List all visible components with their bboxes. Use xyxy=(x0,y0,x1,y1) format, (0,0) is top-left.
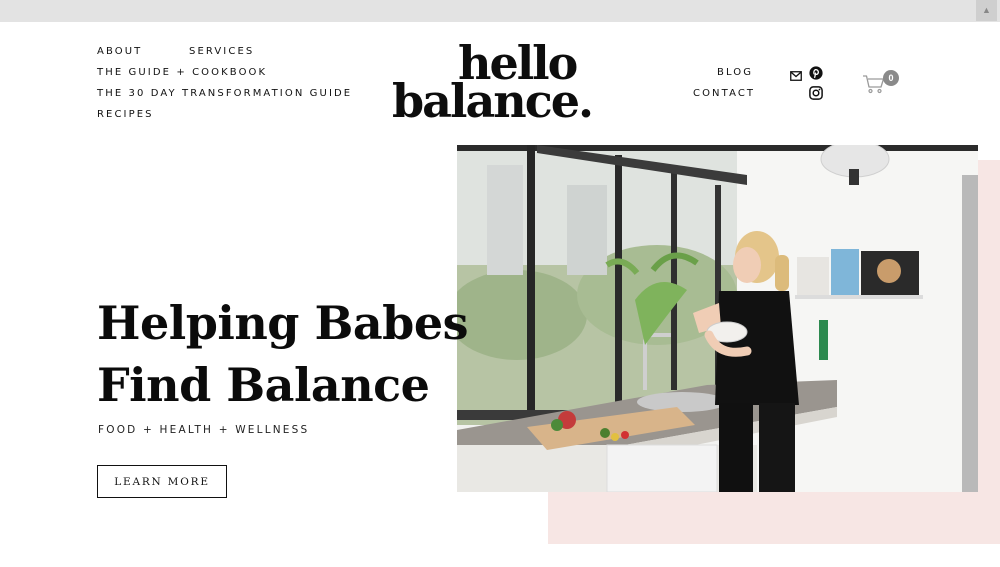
nav-services[interactable]: SERVICES xyxy=(189,46,254,57)
hero-title: Helping Babes Find Balance xyxy=(97,292,468,416)
hero-photo xyxy=(457,145,978,492)
hero-subtitle: FOOD + HEALTH + WELLNESS xyxy=(98,424,310,436)
nav-blog[interactable]: BLOG xyxy=(717,67,753,78)
pinterest-icon[interactable] xyxy=(809,66,823,85)
nav-about[interactable]: ABOUT xyxy=(97,46,142,57)
logo-line-balance: balance. xyxy=(392,74,594,128)
hero-title-line-2: Find Balance xyxy=(97,358,430,412)
nav-recipes[interactable]: RECIPES xyxy=(97,109,154,120)
cart-count-badge[interactable]: 0 xyxy=(883,70,899,86)
nav-contact[interactable]: CONTACT xyxy=(693,88,755,99)
mail-icon[interactable] xyxy=(790,68,802,86)
nav-guide-cookbook[interactable]: THE GUIDE + COOKBOOK xyxy=(97,67,267,78)
learn-more-button[interactable]: LEARN MORE xyxy=(97,465,227,498)
scroll-up-button[interactable]: ▲ xyxy=(976,0,997,21)
instagram-icon[interactable] xyxy=(809,86,823,105)
hero-title-line-1: Helping Babes xyxy=(97,296,468,350)
browser-top-bar: ▲ xyxy=(0,0,1000,22)
site-logo[interactable]: hello balance. xyxy=(392,40,612,126)
nav-30-day-transformation-guide[interactable]: THE 30 DAY TRANSFORMATION GUIDE xyxy=(97,88,352,99)
